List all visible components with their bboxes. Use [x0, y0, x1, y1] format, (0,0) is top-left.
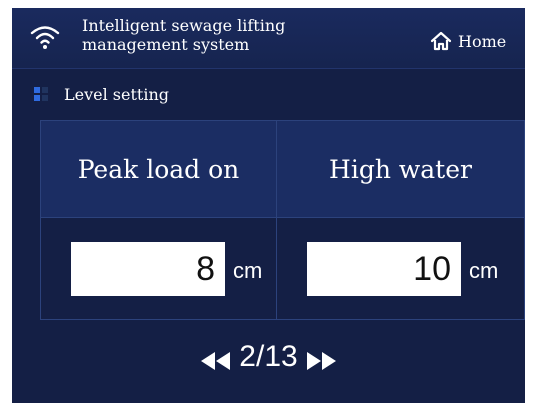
home-icon — [430, 31, 452, 51]
level-settings-table: Peak load on High water 8 cm 10 cm — [40, 120, 525, 320]
high-water-input[interactable]: 10 — [307, 242, 461, 296]
hmi-screen: Intelligent sewage lifting management sy… — [12, 8, 525, 403]
double-left-arrow-icon[interactable] — [199, 346, 233, 370]
peak-load-input[interactable]: 8 — [71, 242, 225, 296]
home-label: Home — [458, 31, 507, 51]
grid-squares-icon — [34, 87, 48, 101]
param-header-high-water: High water — [277, 121, 524, 217]
unit-label: cm — [233, 258, 263, 283]
param-cell-peak-load: 8 cm — [41, 217, 277, 319]
app-title-line1: Intelligent sewage lifting — [82, 16, 286, 35]
param-label: High water — [329, 155, 472, 184]
top-bar: Intelligent sewage lifting management sy… — [12, 8, 525, 69]
app-title-line2: management system — [82, 35, 250, 54]
param-cell-high-water: 10 cm — [277, 217, 524, 319]
param-label: Peak load on — [77, 155, 240, 184]
section-title: Level setting — [34, 82, 169, 106]
app-title: Intelligent sewage lifting management sy… — [82, 16, 372, 54]
home-button[interactable]: Home — [430, 30, 506, 52]
page-indicator: 2/13 — [239, 340, 298, 373]
wifi-icon — [30, 24, 60, 50]
pagination: 2/13 — [12, 339, 525, 375]
section-title-text: Level setting — [64, 84, 170, 104]
double-right-arrow-icon[interactable] — [304, 346, 338, 370]
param-header-peak-load: Peak load on — [41, 121, 277, 217]
unit-label: cm — [469, 258, 499, 283]
